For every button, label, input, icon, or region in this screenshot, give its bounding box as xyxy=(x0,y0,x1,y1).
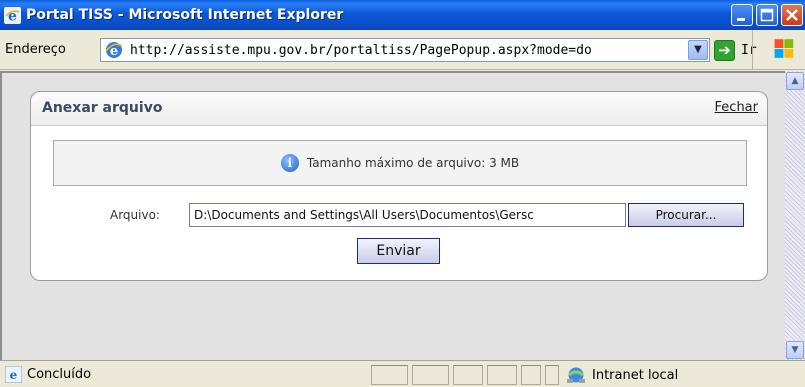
file-path-input[interactable]: D:\Documents and Settings\All Users\Docu… xyxy=(189,203,626,227)
address-url: http://assiste.mpu.gov.br/portaltiss/Pag… xyxy=(130,42,592,58)
close-link[interactable]: Fechar xyxy=(715,100,758,115)
title-bar: e Portal TISS - Microsoft Internet Explo… xyxy=(0,0,805,30)
chevron-up-icon: ▲ xyxy=(791,76,799,86)
close-button[interactable] xyxy=(781,4,803,26)
file-label: Arquivo: xyxy=(110,208,160,222)
security-zone: Intranet local xyxy=(565,364,678,386)
arrow-right-icon: ➔ xyxy=(714,39,735,61)
windows-logo-icon xyxy=(752,30,794,70)
chevron-down-icon: ▼ xyxy=(791,345,799,355)
address-label: Endereço xyxy=(5,42,66,57)
attach-file-panel: Anexar arquivo Fechar i Tamanho máximo d… xyxy=(30,91,768,281)
maximize-icon xyxy=(760,8,774,22)
zone-text: Intranet local xyxy=(592,367,679,383)
ie-page-icon: e xyxy=(5,365,22,383)
file-row: Arquivo: D:\Documents and Settings\All U… xyxy=(31,203,767,229)
scroll-down-button[interactable]: ▼ xyxy=(786,341,804,359)
address-input[interactable]: e http://assiste.mpu.gov.br/portaltiss/P… xyxy=(100,38,710,62)
window-title: Portal TISS - Microsoft Internet Explore… xyxy=(26,7,344,23)
status-segment xyxy=(487,365,517,385)
status-segment xyxy=(545,365,559,385)
panel-title: Anexar arquivo xyxy=(42,100,163,116)
status-text: Concluído xyxy=(27,366,92,382)
ie-page-icon: e xyxy=(105,42,123,59)
address-dropdown-button[interactable]: ▼ xyxy=(688,40,708,60)
info-box: i Tamanho máximo de arquivo: 3 MB xyxy=(53,140,747,186)
scroll-up-button[interactable]: ▲ xyxy=(786,72,804,90)
page-content: Anexar arquivo Fechar i Tamanho máximo d… xyxy=(0,71,785,360)
chevron-down-icon: ▼ xyxy=(694,44,702,55)
status-segment xyxy=(453,365,483,385)
go-button[interactable]: ➔ Ir xyxy=(714,38,757,62)
status-segment xyxy=(371,365,408,385)
ie-logo-icon: e xyxy=(4,6,21,24)
info-icon: i xyxy=(280,154,299,172)
status-segment xyxy=(521,365,541,385)
status-segment xyxy=(412,365,449,385)
send-button[interactable]: Enviar xyxy=(357,238,440,264)
close-icon xyxy=(786,9,798,21)
address-bar: Endereço e http://assiste.mpu.gov.br/por… xyxy=(0,30,805,70)
browse-button[interactable]: Procurar... xyxy=(628,203,744,227)
minimize-icon xyxy=(737,18,745,21)
intranet-icon xyxy=(567,367,585,383)
info-text: Tamanho máximo de arquivo: 3 MB xyxy=(306,156,520,170)
svg-text:e: e xyxy=(10,368,18,382)
maximize-button[interactable] xyxy=(756,4,778,26)
status-bar: e Concluído Intranet local xyxy=(0,360,805,387)
panel-header: Anexar arquivo Fechar xyxy=(31,92,767,126)
vertical-scrollbar[interactable]: ▲ ▼ xyxy=(785,71,805,360)
minimize-button[interactable] xyxy=(731,4,753,26)
